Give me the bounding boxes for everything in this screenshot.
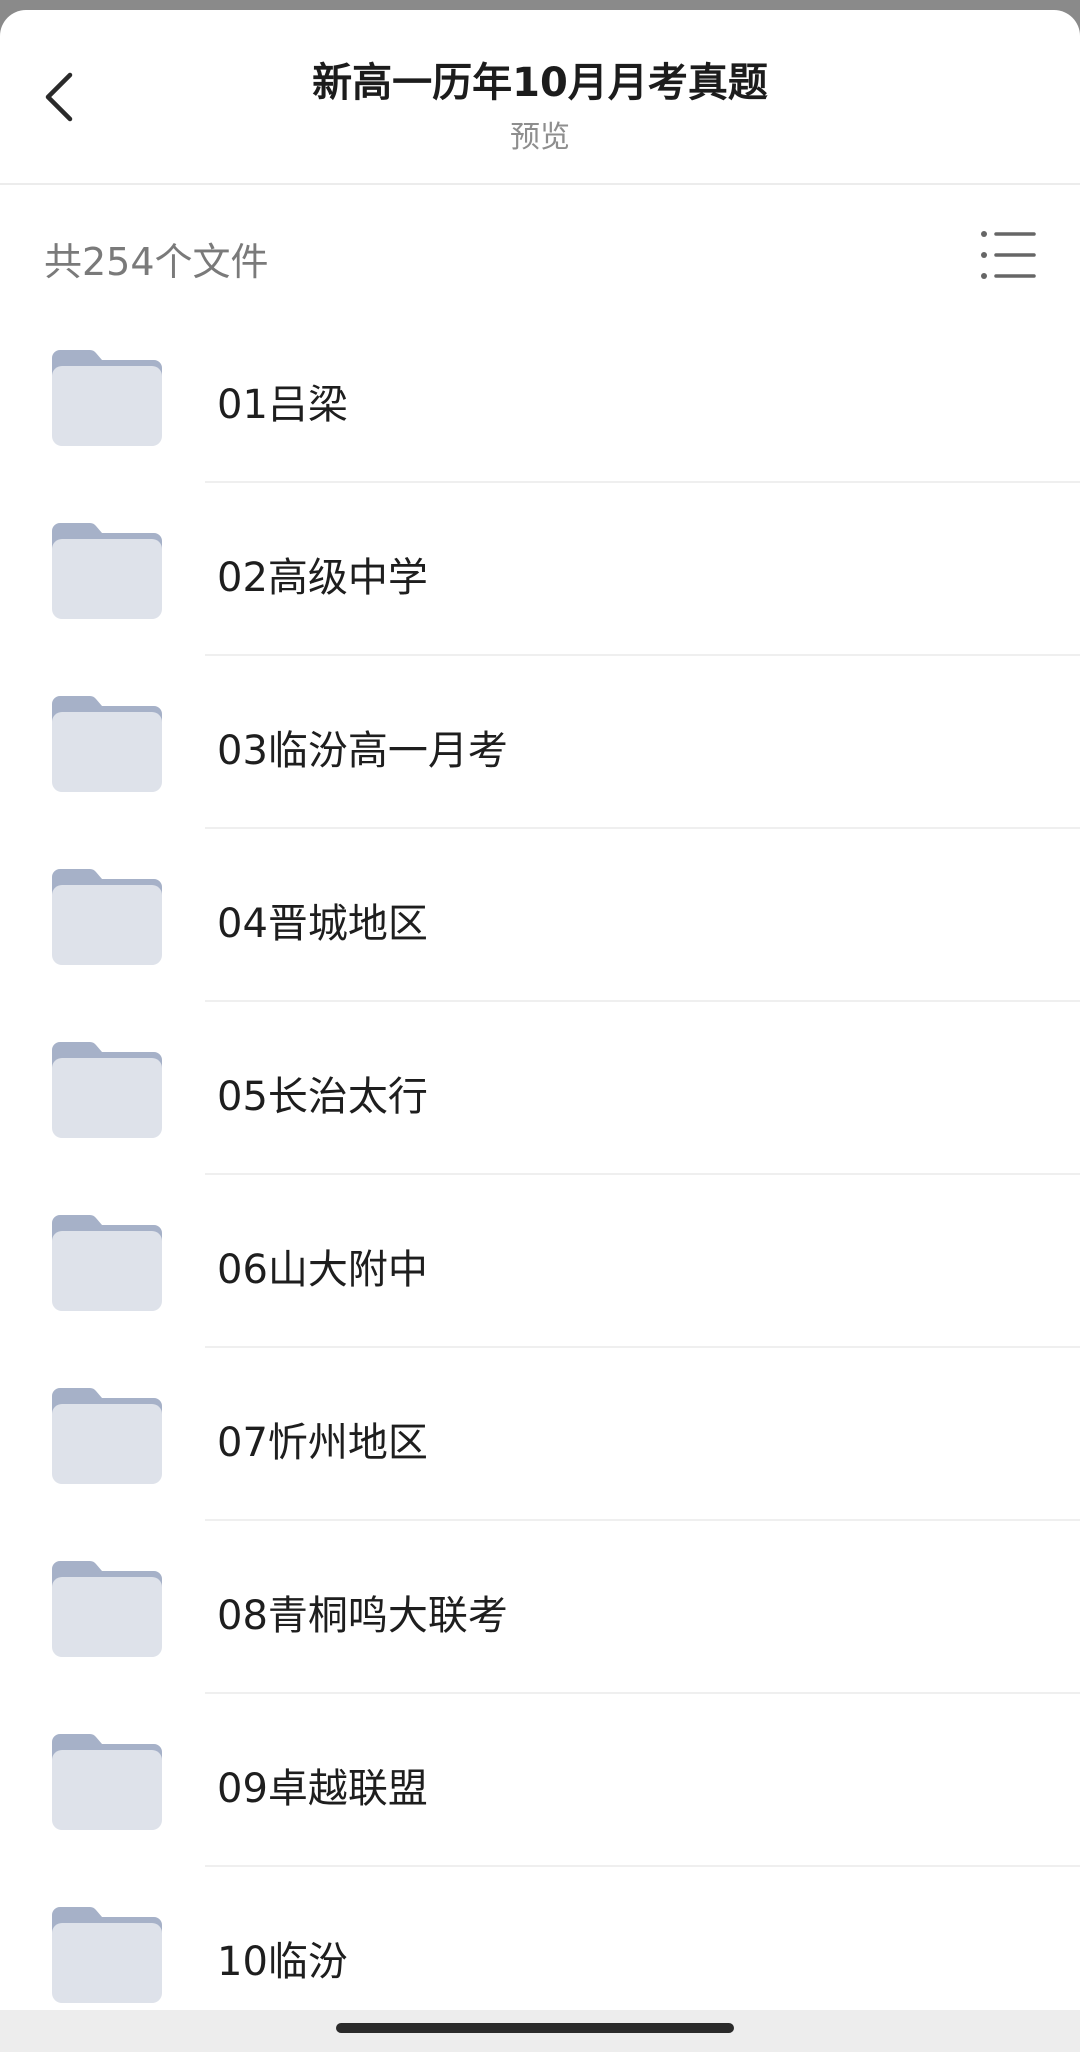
folder-icon (52, 1734, 162, 1830)
folder-row[interactable]: 06山大附中 (0, 1175, 1080, 1348)
folder-list: 01吕梁 02高级中学 03临汾高一月考 04晋城地区 05长治太行 06山大附… (0, 310, 1080, 2010)
preview-sheet: 新高一历年10月月考真题 预览 共254个文件 01吕梁 02高级中学 03临汾… (0, 10, 1080, 2010)
folder-name: 09卓越联盟 (217, 1766, 428, 1812)
home-bar-area (0, 2010, 1080, 2052)
file-count: 共254个文件 (44, 240, 269, 284)
page-subtitle: 预览 (510, 120, 570, 155)
folder-row[interactable]: 08青桐鸣大联考 (0, 1521, 1080, 1694)
folder-icon (52, 696, 162, 792)
home-indicator[interactable] (336, 2023, 734, 2033)
folder-name: 06山大附中 (217, 1247, 428, 1293)
folder-icon (52, 350, 162, 446)
header: 新高一历年10月月考真题 预览 (0, 10, 1080, 185)
folder-row[interactable]: 05长治太行 (0, 1002, 1080, 1175)
file-count-bar: 共254个文件 (0, 185, 1080, 305)
folder-name: 08青桐鸣大联考 (217, 1593, 508, 1639)
folder-icon (52, 1042, 162, 1138)
chevron-left-icon (45, 72, 73, 122)
folder-name: 02高级中学 (217, 555, 428, 601)
folder-name: 07忻州地区 (217, 1420, 428, 1466)
folder-row[interactable]: 10临汾 (0, 1867, 1080, 2010)
folder-row[interactable]: 03临汾高一月考 (0, 656, 1080, 829)
list-view-icon (981, 231, 1036, 279)
folder-row[interactable]: 04晋城地区 (0, 829, 1080, 1002)
folder-icon (52, 1907, 162, 2003)
folder-row[interactable]: 07忻州地区 (0, 1348, 1080, 1521)
folder-icon (52, 1561, 162, 1657)
folder-row[interactable]: 01吕梁 (0, 310, 1080, 483)
folder-name: 01吕梁 (217, 382, 348, 428)
folder-icon (52, 1215, 162, 1311)
folder-icon (52, 1388, 162, 1484)
folder-name: 04晋城地区 (217, 901, 428, 947)
folder-row[interactable]: 02高级中学 (0, 483, 1080, 656)
page-title: 新高一历年10月月考真题 (312, 60, 768, 106)
folder-name: 03临汾高一月考 (217, 728, 508, 774)
back-button[interactable] (30, 62, 88, 132)
folder-name: 10临汾 (217, 1939, 348, 1985)
folder-icon (52, 523, 162, 619)
folder-name: 05长治太行 (217, 1074, 428, 1120)
folder-icon (52, 869, 162, 965)
list-view-button[interactable] (980, 229, 1036, 281)
folder-row[interactable]: 09卓越联盟 (0, 1694, 1080, 1867)
